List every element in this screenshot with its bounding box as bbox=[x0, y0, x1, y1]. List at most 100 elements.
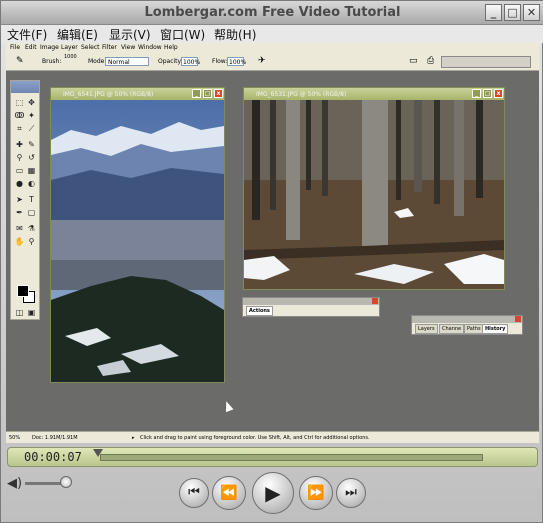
timecode: 00:00:07 bbox=[24, 450, 82, 464]
window-title: Lombergar.com Free Video Tutorial bbox=[144, 5, 401, 20]
go-to-end-icon: ⏭ bbox=[345, 485, 357, 500]
flow-field: 100% bbox=[227, 57, 246, 66]
doc2-minimize-icon: _ bbox=[472, 89, 481, 98]
eraser-tool-icon: ▭ bbox=[15, 166, 24, 175]
paths-tab: Paths bbox=[464, 324, 484, 334]
move-tool-icon: ✥ bbox=[28, 98, 35, 107]
healing-brush-icon: ✚ bbox=[16, 140, 23, 149]
menu-window[interactable]: 窗口(W) bbox=[160, 26, 205, 43]
menu-bar: 文件(F) 编辑(E) 显示(V) 窗口(W) 帮助(H) bbox=[1, 25, 543, 43]
tools-palette: ⬚ ✥ ↂ ✦ ⌗ ⟋ ✚ ✎ ⚲ ↺ ▭ ▦ ● ◐ ➤ T ✒ ▢ ✉ ⚗ … bbox=[10, 80, 40, 320]
opacity-value: 100% bbox=[183, 59, 201, 66]
type-tool-icon: T bbox=[29, 195, 34, 204]
brush-label: Brush: bbox=[42, 58, 62, 65]
flow-label: Flow: bbox=[212, 58, 228, 65]
photoshop-options-bar: ✎ Brush: 1000 Mode: Normal Opacity: 100%… bbox=[6, 53, 539, 71]
magic-wand-icon: ✦ bbox=[28, 111, 35, 120]
document-window-2: IMG_6531.JPG @ 50% (RGB/8) _ □ x bbox=[243, 87, 505, 290]
mode-select: Normal bbox=[105, 57, 149, 66]
layers-tab: Layers bbox=[415, 324, 438, 334]
palette-well bbox=[441, 56, 531, 68]
actions-close-icon bbox=[372, 298, 378, 304]
slice-tool-icon: ⟋ bbox=[28, 124, 35, 133]
rewind-icon: ⏪ bbox=[220, 485, 238, 501]
go-to-end-button[interactable]: ⏭ bbox=[336, 478, 366, 508]
file-browser-icon: ▭ bbox=[409, 56, 418, 66]
clone-stamp-icon: ⚲ bbox=[16, 153, 23, 162]
document-title-2-text: IMG_6531.JPG @ 50% (RGB/8) bbox=[256, 91, 347, 98]
status-doc-size: Doc: 1.91M/1.91M bbox=[32, 435, 78, 441]
maximize-button[interactable]: □ bbox=[504, 4, 521, 21]
ps-menu-help: Help bbox=[164, 44, 178, 51]
document-window-1: IMG_6541.JPG @ 50% (RGB/8) _ □ x bbox=[50, 87, 225, 383]
menu-file[interactable]: 文件(F) bbox=[7, 26, 47, 43]
document-title-1-text: IMG_6541.JPG @ 50% (RGB/8) bbox=[63, 91, 154, 98]
ps-menu-select: Select bbox=[81, 44, 100, 51]
menu-help[interactable]: 帮助(H) bbox=[214, 26, 256, 43]
hand-tool-icon: ✋ bbox=[14, 237, 25, 246]
video-frame[interactable]: File Edit Image Layer Select Filter View… bbox=[6, 43, 539, 443]
actions-palette: Actions bbox=[242, 297, 380, 317]
minimize-button[interactable]: _ bbox=[485, 4, 502, 21]
brush-size: 1000 bbox=[64, 54, 77, 60]
quick-mask-icon: ◫ bbox=[15, 308, 24, 317]
go-to-start-button[interactable]: ⏮ bbox=[179, 478, 209, 508]
mode-label: Mode: bbox=[88, 58, 107, 65]
screen-mode-icon: ▣ bbox=[27, 308, 36, 317]
fast-forward-icon: ⏩ bbox=[307, 485, 325, 501]
ps-menu-view: View bbox=[121, 44, 136, 51]
ps-menu-file: File bbox=[10, 44, 21, 51]
zoom-tool-icon: ⚲ bbox=[28, 237, 35, 246]
foreground-color-swatch bbox=[17, 285, 29, 297]
airbrush-icon: ✈ bbox=[258, 56, 266, 66]
doc2-close-icon: x bbox=[494, 89, 503, 98]
ps-menu-window: Window bbox=[138, 44, 162, 51]
opacity-label: Opacity: bbox=[158, 58, 183, 65]
opacity-field: 100% bbox=[181, 57, 201, 66]
shape-tool-icon: ▢ bbox=[27, 208, 36, 217]
playhead[interactable] bbox=[93, 449, 103, 457]
title-bar: Lombergar.com Free Video Tutorial _ □ ✕ bbox=[1, 1, 543, 25]
dodge-tool-icon: ◐ bbox=[28, 179, 35, 188]
fast-forward-button[interactable]: ⏩ bbox=[299, 476, 333, 510]
volume-icon[interactable]: ◀) bbox=[7, 476, 22, 491]
brush-tool-icon: ✎ bbox=[16, 56, 24, 66]
ps-menu-edit: Edit bbox=[25, 44, 37, 51]
doc1-minimize-icon: _ bbox=[192, 89, 201, 98]
blur-tool-icon: ● bbox=[16, 179, 23, 188]
pen-tool-icon: ✒ bbox=[16, 208, 23, 217]
history-palette: Layers Channe Paths History bbox=[411, 315, 523, 335]
brush-tool-icon-2: ✎ bbox=[28, 140, 35, 149]
play-icon: ▶ bbox=[265, 481, 281, 505]
eyedropper-icon: ⚗ bbox=[27, 224, 36, 233]
rewind-button[interactable]: ⏪ bbox=[212, 476, 246, 510]
history-brush-icon: ↺ bbox=[28, 153, 35, 162]
print-icon: ⎙ bbox=[427, 56, 435, 66]
mountain-photo bbox=[51, 100, 224, 382]
mode-value: Normal bbox=[108, 59, 130, 66]
doc1-close-icon: x bbox=[214, 89, 223, 98]
lasso-tool-icon: ↂ bbox=[14, 111, 25, 120]
history-palette-header bbox=[412, 316, 522, 323]
channels-tab: Channe bbox=[439, 324, 465, 334]
time-bar: 00:00:07 bbox=[7, 447, 538, 467]
ps-menu-image: Image bbox=[40, 44, 59, 51]
status-play-icon: ▸ bbox=[132, 435, 135, 441]
doc2-maximize-icon: □ bbox=[483, 89, 492, 98]
actions-tab: Actions bbox=[246, 306, 273, 316]
menu-edit[interactable]: 编辑(E) bbox=[57, 26, 98, 43]
menu-view[interactable]: 显示(V) bbox=[109, 26, 151, 43]
crop-tool-icon: ⌗ bbox=[17, 124, 22, 133]
volume-knob[interactable] bbox=[60, 476, 72, 488]
mouse-cursor-icon bbox=[222, 399, 234, 413]
play-button[interactable]: ▶ bbox=[252, 472, 294, 514]
doc1-maximize-icon: □ bbox=[203, 89, 212, 98]
ps-menu-layer: Layer bbox=[61, 44, 78, 51]
close-button[interactable]: ✕ bbox=[523, 4, 540, 21]
quicktime-window: Lombergar.com Free Video Tutorial _ □ ✕ … bbox=[0, 0, 543, 523]
scrubber-track[interactable] bbox=[100, 454, 483, 461]
history-close-icon bbox=[515, 316, 521, 322]
document-title-1: IMG_6541.JPG @ 50% (RGB/8) _ □ x bbox=[51, 88, 224, 100]
ps-menu-filter: Filter bbox=[102, 44, 117, 51]
path-select-icon: ➤ bbox=[16, 195, 23, 204]
